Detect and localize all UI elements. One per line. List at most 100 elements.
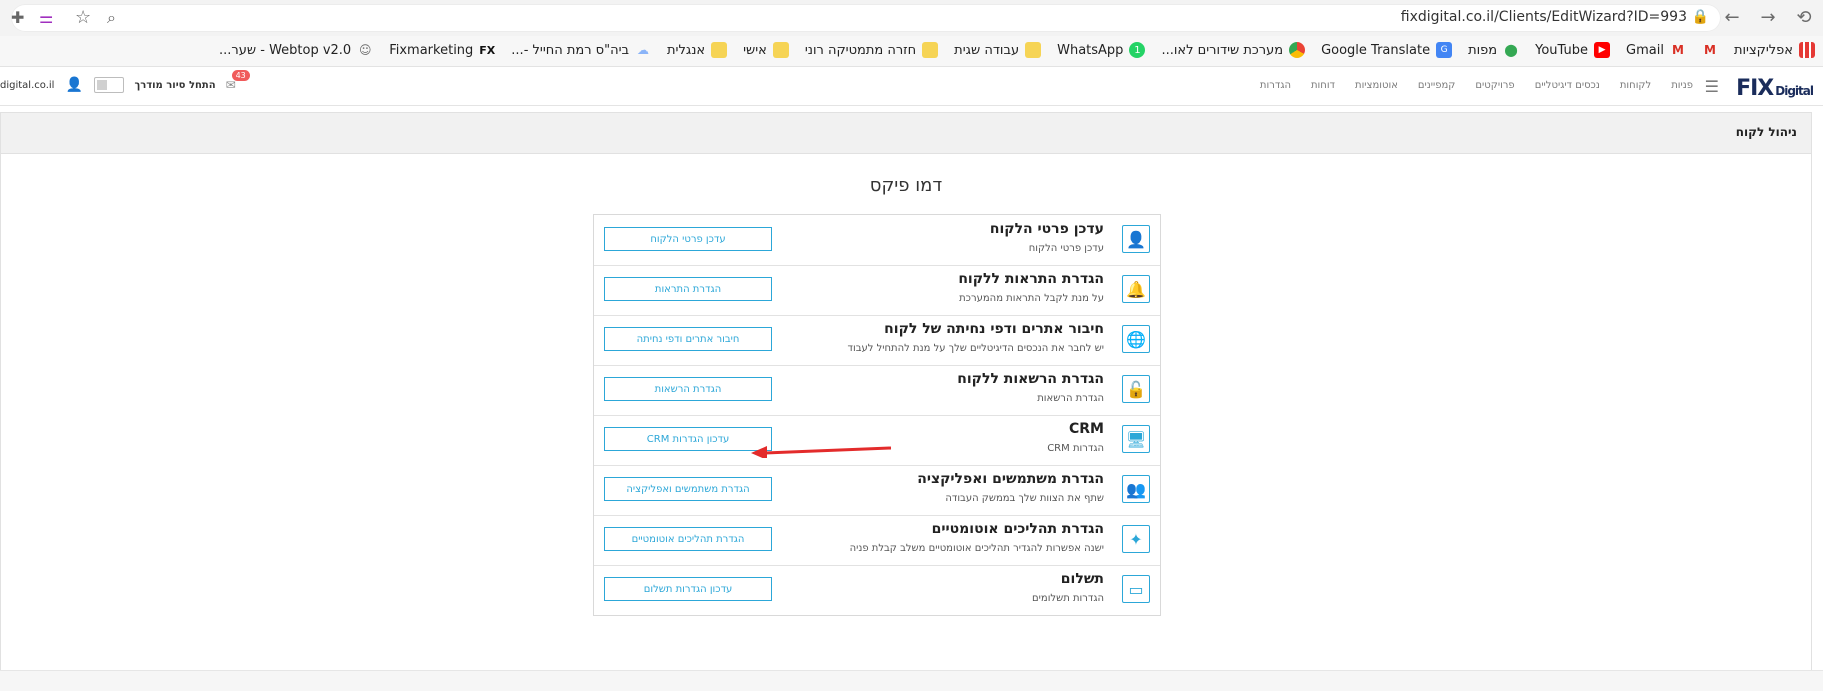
globe-icon: 🌐 bbox=[1122, 325, 1150, 353]
bookmark-broadcast[interactable]: מערכת שידורים לאו... bbox=[1161, 42, 1306, 58]
apps-icon bbox=[1799, 42, 1815, 58]
notifications-badge: 43 bbox=[231, 70, 250, 81]
crm-settings-button[interactable]: עדכון הגדרות CRM bbox=[604, 427, 772, 451]
bookmark-webtop[interactable]: ☺ Webtop v2.0 - שער... bbox=[219, 42, 373, 58]
menu-icon[interactable]: ☰ bbox=[1705, 77, 1719, 96]
wizard-row-automations: ✦ הגדרת תהליכים אוטומטיים ישנה אפשרות לה… bbox=[594, 515, 1160, 566]
folder-icon bbox=[1025, 42, 1042, 58]
bookmark-label: YouTube bbox=[1535, 42, 1589, 58]
bookmark-label: Gmail bbox=[1626, 42, 1664, 58]
address-bar[interactable]: 🔒 fixdigital.co.il/Clients/EditWizard?ID… bbox=[11, 4, 1721, 32]
nav-item-reports[interactable]: דוחות bbox=[1311, 80, 1335, 91]
youtube-icon: ▶ bbox=[1594, 42, 1611, 58]
translate-icon: G bbox=[1436, 42, 1453, 58]
bookmark-youtube[interactable]: ▶ YouTube bbox=[1535, 42, 1611, 58]
url-text: fixdigital.co.il/Clients/EditWizard?ID=9… bbox=[1400, 9, 1687, 25]
logo-suffix: Digital bbox=[1775, 84, 1814, 98]
nav-item-projects[interactable]: פרויקטים bbox=[1475, 80, 1514, 91]
extension-audio-icon[interactable]: ⚌ bbox=[39, 8, 53, 27]
update-client-details-button[interactable]: עדכן פרטי הלקוח bbox=[604, 227, 772, 251]
folder-icon bbox=[711, 42, 728, 58]
extensions-puzzle-icon[interactable]: ✚ bbox=[11, 8, 24, 27]
nav-item-settings[interactable]: הגדרות bbox=[1260, 80, 1291, 91]
automations-settings-button[interactable]: הגדרת תהליכים אוטומטיים bbox=[604, 527, 772, 551]
bottom-scrollbar[interactable] bbox=[0, 670, 1823, 691]
bookmark-label: Fixmarketing bbox=[389, 42, 474, 58]
wizard-row-payment: ▭ תשלום הגדרות תשלומים עדכון הגדרות תשלו… bbox=[594, 565, 1160, 615]
logo-text: FIX bbox=[1736, 76, 1774, 101]
nav-item-inquiries[interactable]: פניות bbox=[1671, 80, 1693, 91]
wizard-row-sites: 🌐 חיבור אתרים ודפי נחיתה של לקוח יש לחבר… bbox=[594, 315, 1160, 366]
bookmark-translate[interactable]: G Google Translate bbox=[1321, 42, 1453, 58]
bookmark-label: אפליקציות bbox=[1733, 42, 1793, 58]
row-title: חיבור אתרים ודפי נחיתה של לקוח bbox=[884, 321, 1104, 337]
user-icon: 👤 bbox=[1122, 225, 1150, 253]
bookmark-label: Webtop v2.0 - שער... bbox=[219, 42, 352, 58]
bookmark-star-icon[interactable]: ☆ bbox=[75, 7, 91, 28]
browser-toolbar: ← → ⟲ 🔒 fixdigital.co.il/Clients/EditWiz… bbox=[0, 0, 1823, 37]
fx-icon: FX bbox=[479, 43, 496, 57]
users-icon: 👥 bbox=[1122, 475, 1150, 503]
row-title: הגדרת הרשאות ללקוח bbox=[957, 371, 1104, 387]
bookmark-whatsapp[interactable]: 1 WhatsApp bbox=[1057, 42, 1146, 58]
bookmark-label: מפות bbox=[1468, 42, 1498, 58]
nav-item-clients[interactable]: לקוחות bbox=[1620, 80, 1651, 91]
cloud-icon: ☁ bbox=[637, 43, 650, 57]
magic-wand-icon: ✦ bbox=[1122, 525, 1150, 553]
guided-tour-label: התחל סיור מודרך bbox=[134, 79, 216, 91]
reload-icon[interactable]: ⟲ bbox=[1793, 6, 1815, 28]
bookmark-label: אנגלית bbox=[667, 42, 706, 58]
bookmark-gmail-1[interactable]: M bbox=[1702, 42, 1718, 58]
bookmark-folder-math[interactable]: חזרה מתמטיקה רוני bbox=[805, 42, 939, 58]
monitor-icon: 🖥 bbox=[1122, 425, 1150, 453]
bookmarks-bar: אפליקציות M M Gmail ▶ YouTube ⬤ מפות G G… bbox=[0, 36, 1823, 67]
red-arrow-annotation bbox=[751, 446, 891, 458]
permissions-settings-button[interactable]: הגדרת הרשאות bbox=[604, 377, 772, 401]
row-subtitle: יש לחבר את הנכסים הדיגיטליים שלך על מנת … bbox=[847, 343, 1104, 354]
bookmark-label: מערכת שידורים לאו... bbox=[1161, 42, 1284, 58]
row-subtitle: עדכן פרטי הלקוח bbox=[1028, 243, 1104, 254]
nav-item-automations[interactable]: אוטומציות bbox=[1355, 80, 1398, 91]
user-area: digital.co.il 👤 התחל סיור מודרך ✉ 43 bbox=[0, 70, 250, 95]
fix-digital-logo[interactable]: FIX Digital bbox=[1736, 76, 1814, 101]
bookmark-label: WhatsApp bbox=[1057, 42, 1124, 58]
payment-settings-button[interactable]: עדכון הגדרות תשלום bbox=[604, 577, 772, 601]
nav-item-digital-assets[interactable]: נכסים דיגיטליים bbox=[1535, 80, 1600, 91]
folder-icon bbox=[772, 42, 789, 58]
bookmark-fixmarketing[interactable]: FX Fixmarketing bbox=[389, 42, 495, 58]
row-title: הגדרת משתמשים ואפליקציה bbox=[917, 471, 1104, 487]
bookmark-folder-work[interactable]: עבודה שגית bbox=[954, 42, 1042, 58]
gmail-icon: M bbox=[1671, 43, 1684, 57]
row-title: תשלום bbox=[1060, 571, 1104, 587]
bookmark-label: Google Translate bbox=[1321, 42, 1431, 58]
guided-tour-toggle[interactable] bbox=[94, 77, 125, 93]
zoom-icon[interactable]: ⌕ bbox=[107, 8, 116, 28]
avatar-icon[interactable]: 👤 bbox=[64, 75, 84, 95]
bookmark-label: עבודה שגית bbox=[954, 42, 1020, 58]
bookmark-label: אישי bbox=[743, 42, 767, 58]
bookmark-apps[interactable]: אפליקציות bbox=[1734, 42, 1815, 58]
users-app-settings-button[interactable]: הגדרת משתמשים ואפליקציה bbox=[604, 477, 772, 501]
credit-card-icon: ▭ bbox=[1122, 575, 1150, 603]
notifications-settings-button[interactable]: הגדרת התראות bbox=[604, 277, 772, 301]
bookmark-maps[interactable]: ⬤ מפות bbox=[1468, 42, 1519, 58]
wizard-list: 👤 עדכן פרטי הלקוח עדכן פרטי הלקוח עדכן פ… bbox=[593, 214, 1161, 616]
bookmark-school[interactable]: ☁ ביה"ס רמת החייל -... bbox=[511, 42, 651, 58]
page-title: דמו פיקס bbox=[869, 175, 943, 196]
panel-header: ניהול לקוח bbox=[1, 113, 1811, 154]
bookmark-gmail[interactable]: M Gmail bbox=[1626, 42, 1686, 58]
browser-nav: ← → ⟲ bbox=[1721, 6, 1815, 28]
nav-item-campaigns[interactable]: קמפיינים bbox=[1418, 80, 1455, 91]
bookmark-folder-personal[interactable]: אישי bbox=[743, 42, 789, 58]
forward-icon[interactable]: → bbox=[1757, 6, 1779, 28]
lock-icon: 🔒 bbox=[1691, 9, 1709, 25]
bookmark-folder-english[interactable]: אנגלית bbox=[667, 42, 728, 58]
maps-icon: ⬤ bbox=[1504, 43, 1518, 57]
notifications-icon[interactable]: ✉ 43 bbox=[226, 70, 250, 92]
connect-sites-button[interactable]: חיבור אתרים ודפי נחיתה bbox=[604, 327, 772, 351]
app-header: FIX Digital ☰ פניות לקוחות נכסים דיגיטליי… bbox=[0, 67, 1823, 106]
row-subtitle: ישנה אפשרות להגדיר תהליכים אוטומטיים משל… bbox=[849, 543, 1104, 554]
row-subtitle: הגדרת הרשאות bbox=[1037, 393, 1104, 404]
row-title: הגדרת התראות ללקוח bbox=[958, 271, 1104, 287]
back-icon[interactable]: ← bbox=[1721, 6, 1743, 28]
